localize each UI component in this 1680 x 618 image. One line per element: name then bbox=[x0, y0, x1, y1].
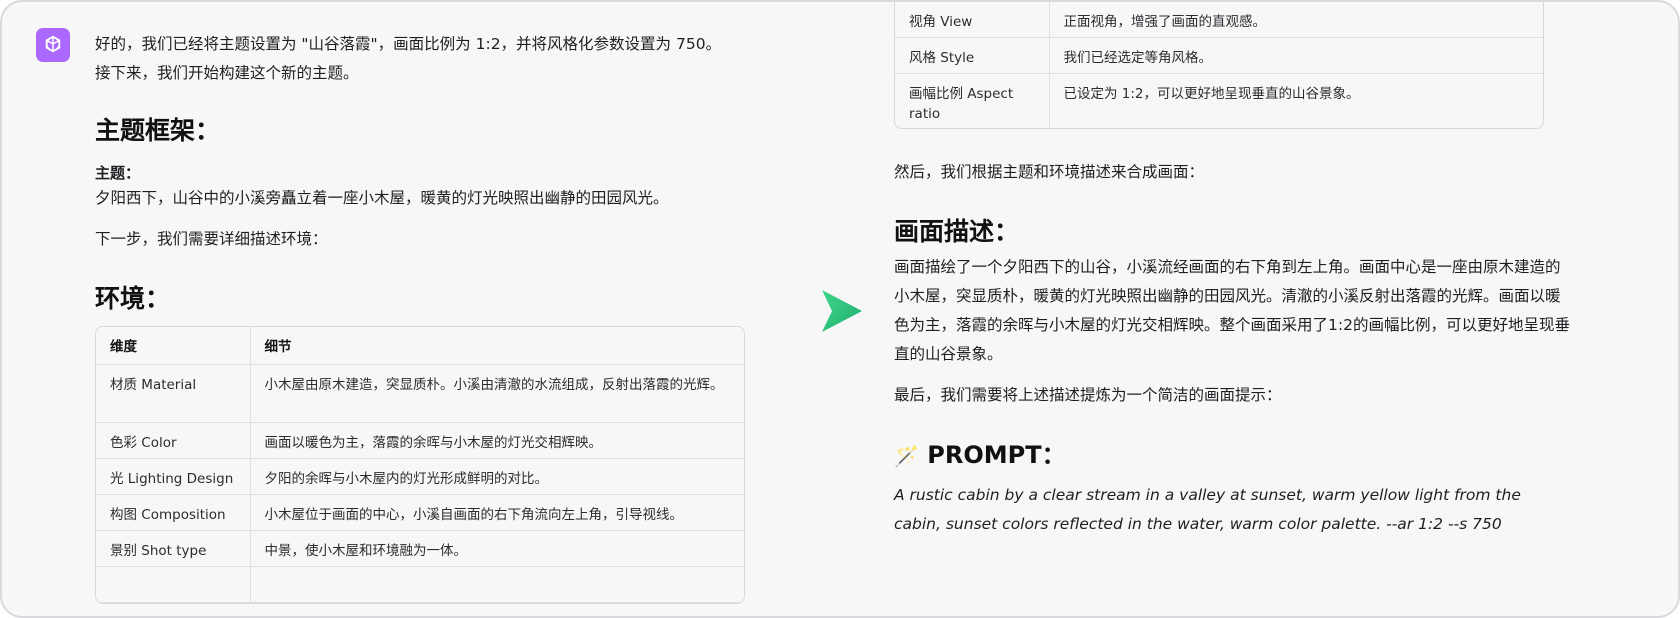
table-row: 风格 Style 我们已经选定等角风格。 bbox=[895, 37, 1543, 74]
prompt-heading: PROMPT： bbox=[927, 441, 1066, 469]
openai-logo-icon bbox=[36, 28, 70, 62]
table-row: 画幅比例 Aspect ratio 已设定为 1:2，可以更好地呈现垂直的山谷景… bbox=[895, 73, 1543, 128]
row-detail: 小木屋由原木建造，突显质朴。小溪由清澈的水流组成，反射出落霞的光辉。 bbox=[250, 364, 744, 423]
row-dimension: 视角 View bbox=[895, 2, 1050, 38]
theme-text: 夕阳西下，山谷中的小溪旁矗立着一座小木屋，暖黄的灯光映照出幽静的田园风光。 bbox=[95, 189, 669, 207]
theme-heading: 主题框架： bbox=[95, 116, 221, 145]
row-dimension: 材质 Material bbox=[96, 364, 251, 423]
header-detail: 细节 bbox=[250, 327, 744, 365]
row-dimension: 画幅比例 Aspect ratio bbox=[895, 73, 1050, 128]
env-table: 维度 细节 材质 Material 小木屋由原木建造，突显质朴。小溪由清澈的水流… bbox=[95, 326, 745, 604]
row-dimension bbox=[96, 566, 251, 603]
table-row: 光 Lighting Design 夕阳的余晖与小木屋内的灯光形成鲜明的对比。 bbox=[96, 458, 744, 495]
row-detail: 夕阳的余晖与小木屋内的灯光形成鲜明的对比。 bbox=[250, 458, 744, 495]
assistant-message-left: 好的，我们已经将主题设置为 "山谷落霞"，画面比例为 1:2，并将风格化参数设置… bbox=[95, 30, 785, 604]
screenshot-frame: 好的，我们已经将主题设置为 "山谷落霞"，画面比例为 1:2，并将风格化参数设置… bbox=[0, 0, 1680, 618]
prompt-text: A rustic cabin by a clear stream in a va… bbox=[894, 486, 1521, 533]
desc-heading: 画面描述： bbox=[894, 217, 1020, 246]
theme-label: 主题： bbox=[95, 164, 141, 182]
final-intro: 最后，我们需要将上述描述提炼为一个简洁的画面提示： bbox=[894, 386, 1282, 404]
magic-wand-icon: 🪄 bbox=[894, 444, 919, 468]
row-detail: 画面以暖色为主，落霞的余晖与小木屋的灯光交相辉映。 bbox=[250, 422, 744, 459]
table-row: 构图 Composition 小木屋位于画面的中心，小溪自画面的右下角流向左上角… bbox=[96, 494, 744, 531]
assistant-message-right: 然后，我们根据主题和环境描述来合成画面： 画面描述： 画面描绘了一个夕阳西下的山… bbox=[894, 158, 1664, 539]
arrow-right-icon bbox=[820, 288, 864, 338]
intro-line-1: 好的，我们已经将主题设置为 "山谷落霞"，画面比例为 1:2，并将风格化参数设置… bbox=[95, 35, 722, 53]
table-row: 色彩 Color 画面以暖色为主，落霞的余晖与小木屋的灯光交相辉映。 bbox=[96, 422, 744, 459]
row-detail: 中景，使小木屋和环境融为一体。 bbox=[250, 530, 744, 567]
env-heading: 环境： bbox=[95, 284, 171, 313]
table-row bbox=[96, 566, 744, 603]
row-detail: 正面视角，增强了画面的直观感。 bbox=[1049, 2, 1543, 38]
row-dimension: 景别 Shot type bbox=[96, 530, 251, 567]
env-table-continued: 视角 View 正面视角，增强了画面的直观感。 风格 Style 我们已经选定等… bbox=[894, 2, 1544, 129]
desc-text: 画面描绘了一个夕阳西下的山谷，小溪流经画面的右下角到左上角。画面中心是一座由原木… bbox=[894, 258, 1570, 363]
intro-line-2: 接下来，我们开始构建这个新的主题。 bbox=[95, 64, 359, 82]
row-detail bbox=[250, 566, 744, 603]
table-row: 视角 View 正面视角，增强了画面的直观感。 bbox=[895, 2, 1543, 38]
table-row: 景别 Shot type 中景，使小木屋和环境融为一体。 bbox=[96, 530, 744, 567]
table-row: 材质 Material 小木屋由原木建造，突显质朴。小溪由清澈的水流组成，反射出… bbox=[96, 364, 744, 423]
row-dimension: 构图 Composition bbox=[96, 494, 251, 531]
row-detail: 我们已经选定等角风格。 bbox=[1049, 37, 1543, 74]
header-dimension: 维度 bbox=[96, 327, 251, 365]
compose-intro: 然后，我们根据主题和环境描述来合成画面： bbox=[894, 163, 1205, 181]
row-dimension: 光 Lighting Design bbox=[96, 458, 251, 495]
right-panel: 视角 View 正面视角，增强了画面的直观感。 风格 Style 我们已经选定等… bbox=[862, 2, 1678, 616]
table-header-row: 维度 细节 bbox=[96, 327, 744, 365]
row-dimension: 色彩 Color bbox=[96, 422, 251, 459]
row-detail: 小木屋位于画面的中心，小溪自画面的右下角流向左上角，引导视线。 bbox=[250, 494, 744, 531]
row-detail: 已设定为 1:2，可以更好地呈现垂直的山谷景象。 bbox=[1063, 86, 1360, 102]
row-dimension: 风格 Style bbox=[895, 37, 1050, 74]
next-step-text: 下一步，我们需要详细描述环境： bbox=[95, 230, 328, 248]
prompt-heading-line: 🪄 PROMPT： bbox=[894, 438, 1664, 473]
left-panel: 好的，我们已经将主题设置为 "山谷落霞"，画面比例为 1:2，并将风格化参数设置… bbox=[2, 2, 792, 616]
